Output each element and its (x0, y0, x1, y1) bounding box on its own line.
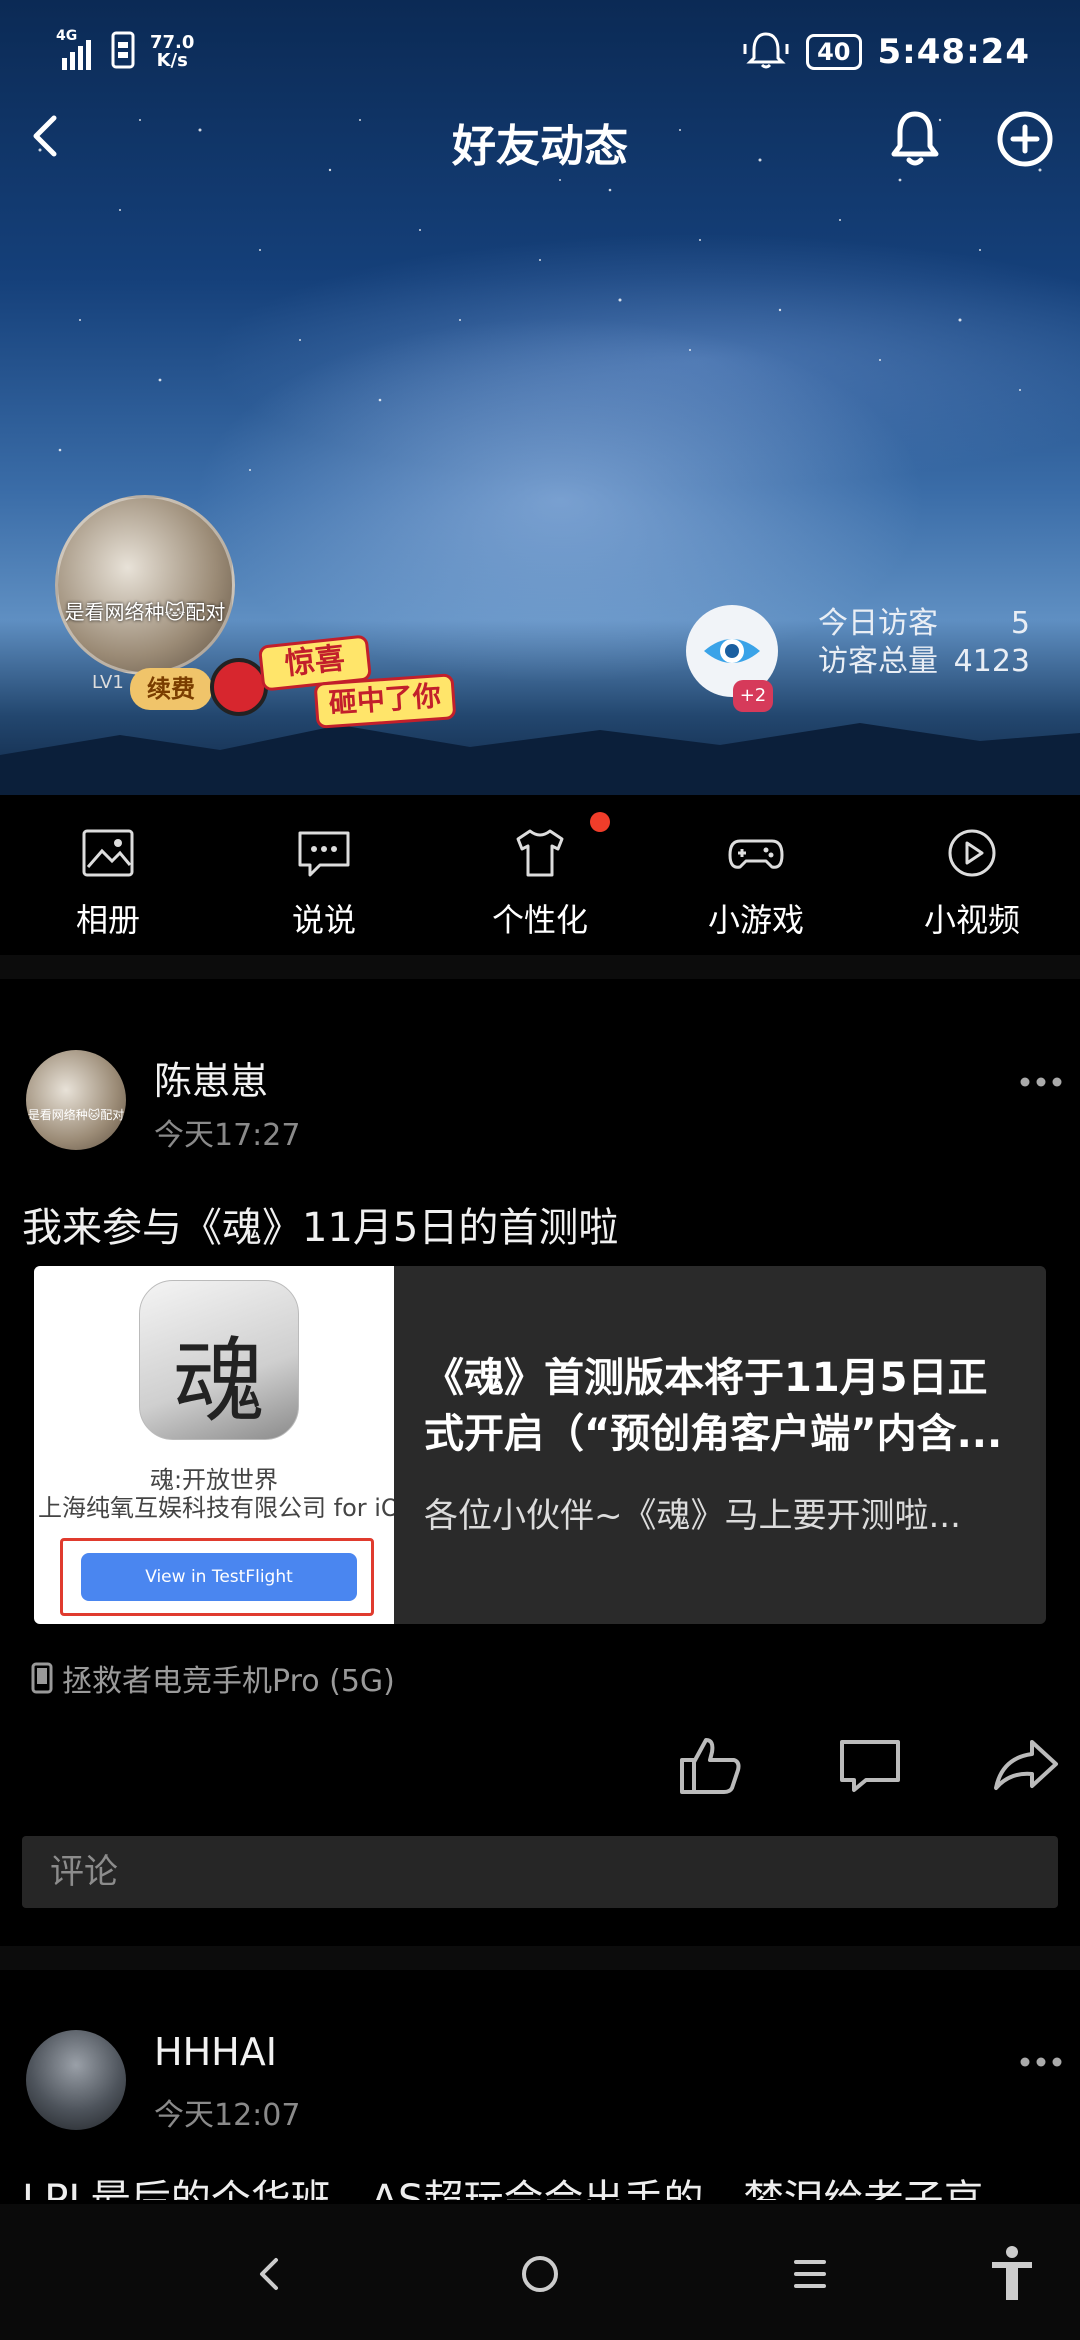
gamepad-icon (728, 839, 784, 869)
bell-icon (891, 111, 939, 166)
highlight-frame: View in TestFlight (60, 1538, 374, 1616)
post-author-avatar[interactable] (26, 2030, 126, 2130)
nav-back-button[interactable] (238, 2242, 302, 2306)
surprise-sticker[interactable]: 惊喜 砸中了你 (205, 620, 475, 730)
tshirt-icon (516, 829, 564, 877)
quick-menu-personalize[interactable]: 个性化 (432, 795, 648, 955)
post-more-button[interactable] (1018, 2052, 1064, 2072)
post-more-button[interactable] (1018, 1072, 1064, 1092)
post-text: LPL最后的个华班，AS超玩会会出手的，梦泪给老子哀 (22, 2178, 1062, 2200)
visitor-stats[interactable]: 今日访客 5 访客总量 4123 (818, 605, 1030, 681)
app-company: 上海纯氧互娱科技有限公司 for iOS (38, 1494, 394, 1522)
shared-link-card[interactable]: 魂 魂:开放世界 上海纯氧互娱科技有限公司 for iOS View in Te… (34, 1266, 1046, 1624)
play-video-icon (948, 829, 996, 877)
notifications-button[interactable] (880, 104, 950, 174)
add-post-button[interactable] (990, 104, 1060, 174)
link-title: 《魂》首测版本将于11月5日正式开启（“预创角客户端”内含... (424, 1355, 1003, 1457)
share-button[interactable] (992, 1734, 1060, 1796)
album-icon (82, 829, 134, 877)
plus-circle-icon (997, 111, 1053, 167)
cellular-signal-icon: 4G (56, 28, 96, 72)
nav-recents-button[interactable] (778, 2242, 842, 2306)
chat-bubble-icon (298, 831, 350, 877)
nav-menu-icon (794, 2260, 826, 2288)
post-device: 拯救者电竞手机Pro (5G) (30, 1656, 395, 1700)
nav-home-button[interactable] (508, 2242, 572, 2306)
more-dots-icon (1020, 2057, 1062, 2067)
thumbs-up-icon (680, 1738, 741, 1794)
quick-menu-short-video[interactable]: 小视频 (864, 795, 1080, 955)
vibrate-bell-icon (742, 30, 790, 74)
clock: 5:48:24 (877, 32, 1030, 72)
top-bar: 好友动态 (0, 100, 1080, 176)
comment-button[interactable] (836, 1734, 904, 1796)
more-dots-icon (1020, 1077, 1062, 1087)
like-button[interactable] (676, 1734, 744, 1796)
quick-menu-shuoshuo[interactable]: 说说 (216, 795, 432, 955)
renew-vip-badge[interactable]: 续费 (130, 668, 212, 710)
comment-input[interactable]: 评论 (22, 1836, 1058, 1908)
system-navigation-bar (0, 2204, 1080, 2340)
comment-icon (840, 1740, 900, 1792)
section-divider (0, 955, 1080, 979)
quick-menu: 相册 说说 个性化 小游戏 小视频 (0, 795, 1080, 955)
section-divider (0, 1946, 1080, 1970)
status-bar: 4G 77.0 K/s 40 5:48:24 (0, 0, 1080, 110)
sim-card-icon (110, 30, 136, 74)
share-arrow-icon (994, 1740, 1058, 1790)
quick-menu-minigames[interactable]: 小游戏 (648, 795, 864, 955)
post-author-name[interactable]: 陈崽崽 (154, 1050, 268, 1105)
quick-menu-album[interactable]: 相册 (0, 795, 216, 955)
accessibility-icon (992, 2246, 1032, 2300)
post-text: 我来参与《魂》11月5日的首测啦 (22, 1205, 619, 1251)
battery-indicator: 40 (806, 34, 862, 70)
testflight-button: View in TestFlight (81, 1553, 357, 1601)
nav-back-icon (260, 2258, 278, 2290)
post-author-name[interactable]: HHHAI (154, 2030, 277, 2074)
nav-home-icon (522, 2256, 558, 2292)
link-thumbnail: 魂 魂:开放世界 上海纯氧互娱科技有限公司 for iOS View in Te… (34, 1266, 394, 1624)
app-icon: 魂 (139, 1280, 299, 1440)
link-description: 各位小伙伴~《魂》马上要开测啦... (424, 1496, 961, 1536)
phone-icon (31, 1662, 53, 1694)
post-timestamp: 今天12:07 (154, 2098, 301, 2133)
network-speed: 77.0 K/s (150, 32, 195, 71)
cover-banner[interactable]: 4G 77.0 K/s 40 5:48:24 好友动态 是看网络种🐱配对 LV1… (0, 0, 1080, 795)
visitor-plus-badge: +2 (733, 680, 773, 712)
notification-dot (590, 812, 610, 832)
accessibility-button[interactable] (980, 2242, 1044, 2306)
post-author-avatar[interactable]: 是看网络种🐱配对 (26, 1050, 126, 1150)
post-timestamp: 今天17:27 (154, 1118, 301, 1153)
